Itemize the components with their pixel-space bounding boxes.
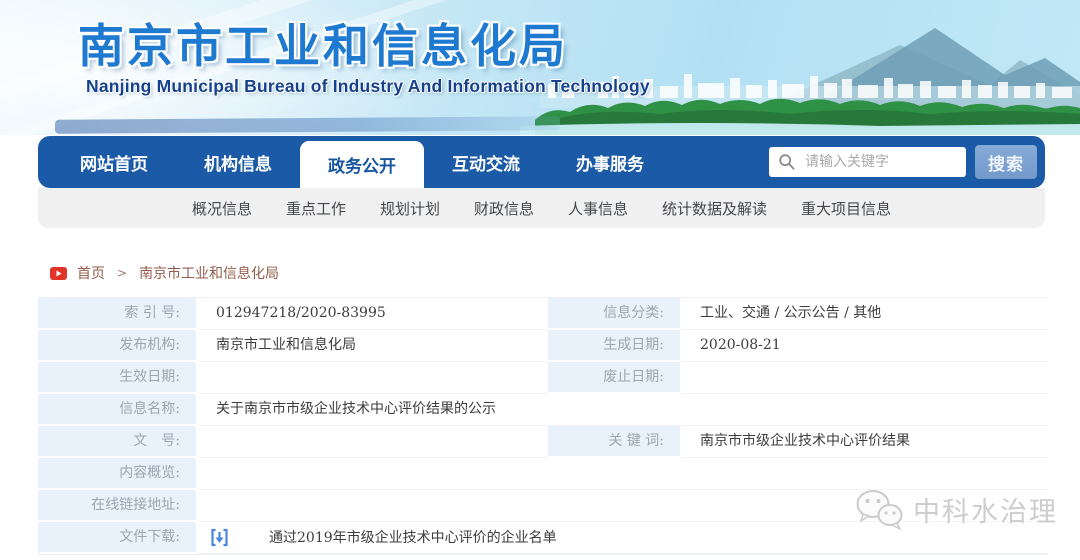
table-row: 生效日期: 废止日期: [38,362,1048,394]
download-icon[interactable] [210,528,229,547]
breadcrumb: 首页 > 南京市工业和信息化局 [50,263,279,283]
subnav-item-1[interactable]: 概况信息 [192,198,252,219]
field-label: 关 键 词: [548,426,682,458]
table-row: 内容概览: [38,458,1048,490]
nav-item-org-info[interactable]: 机构信息 [176,136,300,188]
field-value [198,426,548,458]
nav-item-interaction[interactable]: 互动交流 [424,136,548,188]
table-row: 索 引 号:012947218/2020-83995信息分类:工业、交通 / 公… [38,298,1048,330]
subnav-item-5[interactable]: 人事信息 [568,198,628,219]
field-value: 012947218/2020-83995 [198,298,548,330]
field-label: 文件下载: [38,522,198,554]
field-value [682,362,1048,394]
table-row: 发布机构:南京市工业和信息化局生成日期:2020-08-21 [38,330,1048,362]
field-value [198,458,1048,490]
nav-item-gov-open[interactable]: 政务公开 [300,141,424,188]
field-label: 信息分类: [548,298,682,330]
table-row: 文 号: 关 键 词:南京市市级企业技术中心评价结果 [38,426,1048,458]
watermark-text: 中科水治理 [913,490,1058,529]
breadcrumb-home-link[interactable]: 首页 [77,263,105,283]
download-file-link[interactable]: 通过2019年市级企业技术中心评价的企业名单 [269,523,557,553]
breadcrumb-current-page[interactable]: 南京市工业和信息化局 [139,263,279,283]
field-label: 在线链接地址: [38,490,198,522]
search-button[interactable]: 搜索 [975,145,1037,179]
field-value: 南京市工业和信息化局 [198,330,548,362]
field-label: 信息名称: [38,394,198,426]
field-value: 关于南京市市级企业技术中心评价结果的公示 [198,394,1048,426]
field-label: 废止日期: [548,362,682,394]
field-value: 南京市市级企业技术中心评价结果 [682,426,1048,458]
site-subtitle-english: Nanjing Municipal Bureau of Industry And… [86,76,650,97]
subnav-item-6[interactable]: 统计数据及解读 [662,198,767,219]
field-value [198,362,548,394]
field-label: 生成日期: [548,330,682,362]
subnav-item-7[interactable]: 重大项目信息 [801,198,891,219]
subnav-item-2[interactable]: 重点工作 [286,198,346,219]
wechat-logo-icon [853,487,905,531]
field-label: 内容概览: [38,458,198,490]
search-box [769,147,966,177]
subnav-item-3[interactable]: 规划计划 [380,198,440,219]
search-icon [778,153,796,171]
nav-item-home[interactable]: 网站首页 [52,136,176,188]
field-value: 工业、交通 / 公示公告 / 其他 [682,298,1048,330]
field-label: 索 引 号: [38,298,198,330]
search-input[interactable] [769,147,966,177]
table-row: 信息名称:关于南京市市级企业技术中心评价结果的公示 [38,394,1048,426]
main-navbar: 网站首页机构信息政务公开互动交流办事服务 搜索 [38,136,1045,188]
subnav-item-4[interactable]: 财政信息 [474,198,534,219]
subnav-bar: 概况信息 重点工作 规划计划 财政信息 人事信息 统计数据及解读 重大项目信息 [38,188,1045,228]
site-title: 南京市工业和信息化局 [78,10,568,76]
nav-item-services[interactable]: 办事服务 [548,136,672,188]
breadcrumb-home-icon [50,267,67,280]
field-label: 生效日期: [38,362,198,394]
watermark: 中科水治理 [853,487,1058,531]
search-area: 搜索 [769,136,1037,188]
nav-items: 网站首页机构信息政务公开互动交流办事服务 [38,136,672,188]
breadcrumb-separator: > [117,266,127,280]
field-label: 发布机构: [38,330,198,362]
header-banner: 南京市工业和信息化局 Nanjing Municipal Bureau of I… [0,0,1080,135]
field-label: 文 号: [38,426,198,458]
field-value: 2020-08-21 [682,330,1048,362]
